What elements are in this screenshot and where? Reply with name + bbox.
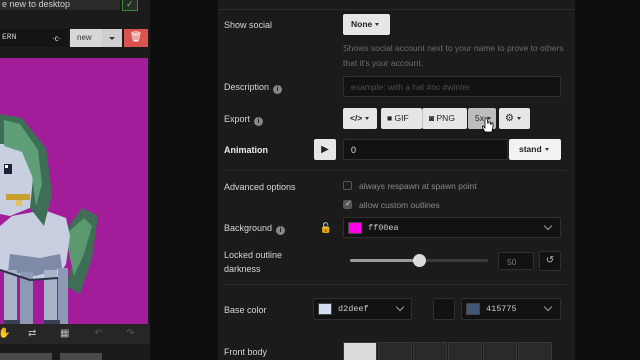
delete-pattern-button[interactable]: 🗑 [124,29,148,47]
slider-fill [350,259,419,262]
new-pattern-button[interactable]: new [70,29,102,47]
gif-label: GIF [394,113,409,123]
info-icon[interactable]: i [254,117,264,126]
animation-label: Animation [224,145,268,155]
animation-state-value: stand [519,144,542,154]
reset-icon[interactable]: ↺ [539,251,561,271]
desktop-tip: e new to desktop [0,0,120,10]
chevron-down-icon [395,302,405,312]
chevron-down-icon [543,221,553,231]
play-button[interactable]: ▶ [314,139,336,160]
camera-icon: ◙ [429,113,435,123]
export-label: Export i [224,114,264,126]
front-body-label: Front body [224,347,268,357]
custom-outlines-checkbox[interactable] [343,199,352,209]
front-body-option[interactable] [413,342,447,360]
chevron-down-icon [516,117,521,120]
code-icon: </> [350,113,363,123]
animation-state-select[interactable]: stand [509,139,561,160]
animation-frame-input[interactable]: 0 [343,139,508,160]
bottom-mid-button[interactable] [60,353,102,360]
front-body-option[interactable] [343,342,377,360]
export-gif-button[interactable]: ■ GIF [381,108,422,129]
chevron-down-icon [375,23,380,26]
gear-icon: ⚙ [505,113,514,124]
front-body-option[interactable] [518,342,552,360]
background-color-picker[interactable]: ff00ea [343,217,561,238]
grid-icon[interactable]: ▦ [60,328,69,339]
export-label-text: Export [224,114,251,124]
description-input[interactable]: example: with a hat #oc #winter [343,76,561,97]
export-code-button[interactable]: </> [343,108,377,129]
respawn-option-label[interactable]: always respawn at spawn point [359,181,477,191]
png-label: PNG [436,113,455,123]
description-label: Description i [224,82,283,94]
background-label: Background i [224,223,286,235]
base-outline-value: 415775 [486,304,517,314]
undo-icon[interactable]: ↶ [94,328,102,339]
pattern-row: ERN ·c· new 🗑 [0,29,150,47]
editor-panel: e new to desktop ERN ·c· new 🗑 [0,0,150,360]
description-placeholder: example: with a hat #oc #winter [351,82,471,92]
info-icon[interactable]: i [276,226,286,235]
slider-thumb[interactable] [412,254,426,267]
outline-darkness-input[interactable]: 50 [498,252,534,270]
video-icon: ■ [387,113,393,123]
background-swatch [348,222,362,234]
pattern-name-text: ERN [2,33,17,42]
background-label-text: Background [224,223,273,233]
description-label-text: Description [224,82,270,92]
info-icon[interactable]: i [273,85,283,94]
chevron-down-icon [544,148,549,151]
show-social-help: Shows social account next to your name t… [343,43,564,68]
redo-icon[interactable]: ↷ [126,328,134,339]
chevron-down-icon [365,117,370,120]
custom-outlines-label[interactable]: allow custom outlines [359,200,440,210]
respawn-checkbox[interactable] [343,181,352,190]
pony-canvas[interactable] [0,58,148,324]
base-outline-swatch [466,303,480,315]
editor-toolbar: ✋ ⇄ ▦ ↶ ↷ [0,324,150,344]
base-color-label: Base color [224,305,267,315]
show-social-label: Show social [224,20,273,30]
export-png-button[interactable]: ◙ PNG [422,108,467,129]
base-color-value: d2deef [338,304,369,314]
front-body-option[interactable] [378,342,412,360]
dismiss-tip-button[interactable] [122,0,138,11]
base-color-swatch [318,303,332,315]
section-divider [222,284,567,285]
front-body-option[interactable] [448,342,482,360]
trash-icon: 🗑 [129,32,143,43]
mouse-pointer-icon [482,117,494,133]
outline-label-line2: darkness [224,264,261,274]
new-pattern-dropdown[interactable] [102,29,122,47]
section-divider [222,170,567,171]
swap-icon[interactable]: ⇄ [28,328,36,339]
panel-top-border [218,0,575,10]
base-outline-color-picker[interactable]: 415775 [461,298,561,320]
play-icon: ▶ [321,144,329,155]
outline-darkness-label: Locked outline darkness [224,248,282,276]
export-settings-button[interactable]: ⚙ [499,108,530,129]
front-body-option[interactable] [483,342,517,360]
pony-sprite [0,114,98,324]
bottom-left-button[interactable] [0,353,52,360]
hand-icon[interactable]: ✋ [0,328,10,339]
show-social-value: None [351,19,373,29]
outline-label-line1: Locked outline [224,250,283,260]
background-color-value: ff00ea [368,223,399,233]
unlock-icon[interactable]: 🔓 [317,220,335,237]
pattern-dropdown-icon[interactable]: ·c· [52,34,61,43]
base-color-picker[interactable]: d2deef [313,298,412,320]
show-social-select[interactable]: None [343,14,390,35]
chevron-down-icon [543,302,553,312]
base-color-lock-toggle[interactable] [433,298,455,320]
advanced-options-label: Advanced options [224,182,296,192]
